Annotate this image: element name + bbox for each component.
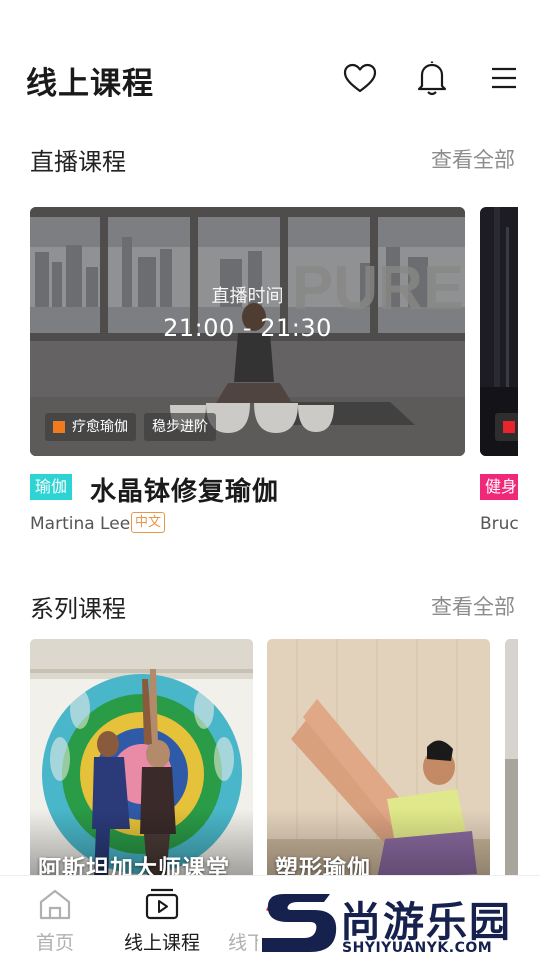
instructor-name: Martina Lee	[30, 514, 131, 534]
series-course-card[interactable]: 阿斯坦加大师课堂	[30, 639, 253, 879]
live-course-card[interactable]: PURE 直播时间 21:00 - 21:30 疗愈瑜伽 稳步进阶	[30, 207, 465, 456]
tag-square-icon	[53, 421, 65, 433]
live-view-all-link[interactable]: 查看全部	[431, 144, 515, 174]
watermark-text: 尚游乐园	[340, 898, 512, 946]
course-tag: 稳步进阶	[144, 413, 216, 441]
series-course-thumbnail	[30, 639, 253, 879]
live-section-title: 直播课程	[30, 148, 126, 176]
home-icon	[39, 889, 71, 920]
watermark-logo: 尚游乐园 SHYIYUANYK.COM	[258, 886, 540, 960]
language-badge: 中文	[131, 512, 166, 533]
tab-home-label: 首页	[35, 932, 74, 954]
live-tag-row	[495, 413, 518, 441]
live-time-label: 直播时间	[211, 286, 284, 307]
tab-online-courses-label: 线上课程	[123, 932, 200, 954]
s-logo-icon	[262, 894, 337, 952]
course-tag: 疗愈瑜伽	[45, 413, 136, 441]
bell-icon[interactable]	[412, 58, 452, 98]
live-time-value: 21:00 - 21:30	[163, 314, 332, 342]
instructor-name: Bruc	[480, 514, 518, 534]
series-section-title: 系列课程	[30, 595, 126, 623]
tag-square-icon	[503, 421, 515, 433]
category-badge: 瑜伽	[30, 474, 73, 500]
series-view-all-link[interactable]: 查看全部	[431, 591, 515, 621]
category-badge: 健身	[480, 474, 518, 500]
live-section-header: 直播课程 查看全部	[30, 142, 515, 176]
series-section-header: 系列课程 查看全部	[30, 589, 515, 623]
live-tag-row: 疗愈瑜伽 稳步进阶	[45, 413, 216, 441]
page-title: 线上课程	[26, 66, 154, 102]
watermark-url: SHYIYUANYK.COM	[342, 940, 493, 956]
course-name[interactable]: 水晶钵修复瑜伽	[90, 471, 279, 508]
live-course-card[interactable]	[480, 207, 518, 456]
heart-icon[interactable]	[340, 58, 380, 98]
app-header: 线上课程	[0, 0, 540, 120]
series-course-card[interactable]	[505, 639, 518, 879]
live-time-overlay: 直播时间 21:00 - 21:30	[30, 282, 465, 342]
series-course-thumbnail	[267, 639, 490, 879]
tab-home[interactable]: 首页	[0, 876, 110, 960]
series-course-thumbnail	[505, 639, 518, 879]
course-tag-label: 稳步进阶	[152, 419, 208, 435]
course-tag	[495, 413, 518, 441]
course-tag-label: 疗愈瑜伽	[72, 419, 128, 435]
menu-icon[interactable]	[484, 58, 524, 98]
series-course-card[interactable]: 塑形瑜伽	[267, 639, 490, 879]
tab-online-courses[interactable]: 线上课程	[107, 876, 217, 960]
play-icon	[145, 888, 179, 920]
